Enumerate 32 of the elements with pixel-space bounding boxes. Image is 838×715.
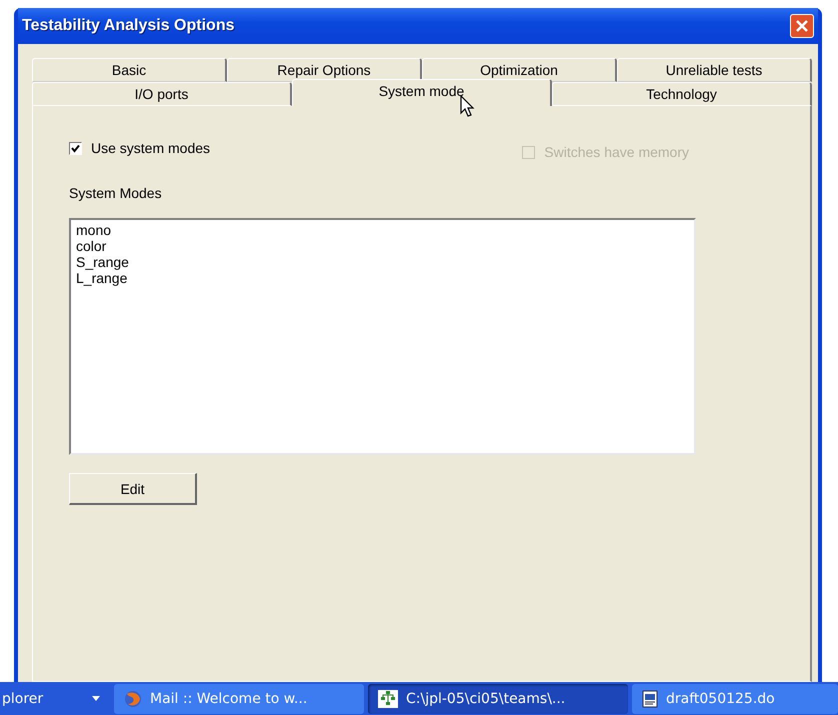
list-item[interactable]: color <box>76 238 689 254</box>
taskbar-button[interactable]: draft050125.do <box>632 684 838 714</box>
taskbar-label: C:\jpl-05\ci05\teams\... <box>406 690 566 706</box>
taskbar-button[interactable]: C:\jpl-05\ci05\teams\... <box>368 684 628 714</box>
taskbar-label: plorer <box>2 690 44 706</box>
system-modes-list[interactable]: mono color S_range L_range <box>69 218 696 455</box>
list-item[interactable]: mono <box>76 222 689 238</box>
tab[interactable]: I/O ports <box>32 82 292 106</box>
taskbar-button[interactable]: plorer <box>0 684 110 714</box>
tab[interactable]: System mode <box>292 79 552 106</box>
window-title: Testability Analysis Options <box>22 17 234 35</box>
globe-icon <box>124 690 142 708</box>
close-icon <box>795 19 809 33</box>
checkbox[interactable] <box>69 142 82 154</box>
tab[interactable]: Repair Options <box>227 58 422 82</box>
list-item[interactable]: L_range <box>76 270 689 286</box>
checkbox-label: Use system modes <box>91 140 210 156</box>
close-button[interactable] <box>790 14 814 38</box>
dropdown-arrow-icon <box>92 696 100 701</box>
tab[interactable]: Technology <box>552 82 812 106</box>
document-icon <box>642 690 658 708</box>
taskbar-button[interactable]: Mail :: Welcome to w... <box>114 684 364 714</box>
edit-button[interactable]: Edit <box>69 473 197 505</box>
tree-icon <box>378 690 398 708</box>
pointer-icon <box>460 95 476 119</box>
list-item[interactable]: S_range <box>76 254 689 270</box>
tab[interactable]: Unreliable tests <box>617 58 812 82</box>
tab[interactable]: Basic <box>32 58 227 82</box>
list-label: System Modes <box>69 185 162 201</box>
taskbar-label: draft050125.do <box>666 690 775 706</box>
taskbar-label: Mail :: Welcome to w... <box>150 690 308 706</box>
tab[interactable]: Optimization <box>422 58 617 82</box>
